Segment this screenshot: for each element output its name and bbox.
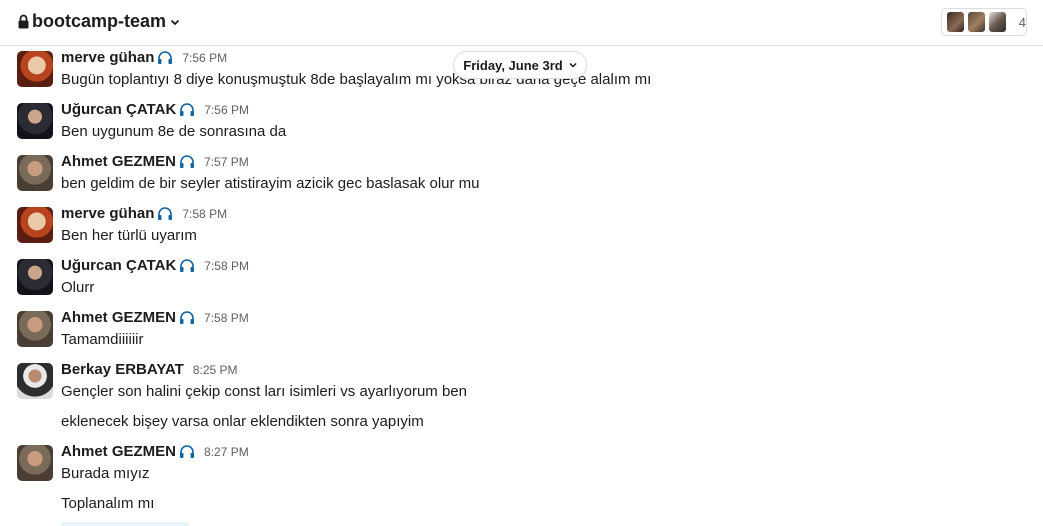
- message: Uğurcan ÇATAK 7:58 PM Olurr: [17, 257, 1017, 301]
- timestamp[interactable]: 7:58 PM: [204, 259, 249, 273]
- avatar[interactable]: [17, 207, 53, 243]
- message-text: Ben uygunum 8e de sonrasına da: [61, 123, 287, 140]
- author-name[interactable]: Ahmet GEZMEN: [61, 443, 176, 460]
- message: Uğurcan ÇATAK 7:56 PM Ben uygunum 8e de …: [17, 101, 1017, 145]
- headphones-icon: [180, 155, 195, 168]
- author-name[interactable]: Uğurcan ÇATAK: [61, 257, 176, 274]
- message: Ahmet GEZMEN 8:27 PM Burada mıyız Toplan…: [17, 443, 1017, 517]
- headphones-icon: [180, 103, 195, 116]
- message-text: Gençler son halini çekip const ları isim…: [61, 383, 467, 400]
- member-avatar-1: [946, 11, 965, 33]
- avatar[interactable]: [17, 311, 53, 347]
- message: Ahmet GEZMEN 7:58 PM Tamamdiiiiiir: [17, 309, 1017, 353]
- message-text: ben geldim de bir seyler atistirayim azi…: [61, 175, 480, 192]
- timestamp[interactable]: 7:57 PM: [204, 155, 249, 169]
- timestamp[interactable]: 8:27 PM: [204, 445, 249, 459]
- timestamp[interactable]: 7:58 PM: [182, 207, 227, 221]
- date-divider-button[interactable]: Friday, June 3rd: [453, 51, 587, 79]
- message-text: Toplanalım mı: [61, 495, 155, 512]
- avatar[interactable]: [17, 103, 53, 139]
- timestamp[interactable]: 8:25 PM: [193, 363, 238, 377]
- avatar[interactable]: [17, 445, 53, 481]
- member-count: 4: [1018, 14, 1026, 30]
- avatar[interactable]: [17, 259, 53, 295]
- author-name[interactable]: Berkay ERBAYAT: [61, 361, 184, 378]
- author-name[interactable]: merve gühan: [61, 49, 154, 66]
- message: Berkay ERBAYAT 8:25 PM Gençler son halin…: [17, 361, 1017, 435]
- member-avatar-3: [987, 11, 1007, 33]
- chevron-down-icon: [170, 19, 180, 25]
- channel-name: bootcamp-team: [32, 11, 167, 31]
- date-divider-label: Friday, June 3rd: [463, 57, 563, 73]
- timestamp[interactable]: 7:58 PM: [204, 311, 249, 325]
- message-text: Tamamdiiiiiir: [61, 331, 144, 348]
- message: Ahmet GEZMEN 7:57 PM ben geldim de bir s…: [17, 153, 1017, 197]
- channel-header: bootcamp-team 4: [0, 0, 1043, 46]
- lock-icon: [18, 14, 29, 29]
- message-text: eklenecek bişey varsa onlar eklendikten …: [61, 413, 424, 430]
- new-messages-indicator: [61, 522, 189, 526]
- message-text: Olurr: [61, 279, 95, 296]
- headphones-icon: [180, 311, 195, 324]
- headphones-icon: [158, 207, 173, 220]
- avatar[interactable]: [17, 51, 53, 87]
- chevron-down-icon: [569, 62, 577, 68]
- timestamp[interactable]: 7:56 PM: [182, 51, 227, 65]
- author-name[interactable]: merve gühan: [61, 205, 154, 222]
- headphones-icon: [180, 445, 195, 458]
- avatar[interactable]: [17, 363, 53, 399]
- message-feed[interactable]: merve gühan 7:56 PM Bugün toplantıyı 8 d…: [0, 47, 1043, 526]
- message-text: Burada mıyız: [61, 465, 150, 482]
- headphones-icon: [180, 259, 195, 272]
- member-avatar-2: [966, 11, 986, 33]
- avatar[interactable]: [17, 155, 53, 191]
- members-button[interactable]: 4: [941, 8, 1027, 36]
- author-name[interactable]: Uğurcan ÇATAK: [61, 101, 176, 118]
- author-name[interactable]: Ahmet GEZMEN: [61, 153, 176, 170]
- channel-name-button[interactable]: bootcamp-team: [18, 11, 180, 32]
- author-name[interactable]: Ahmet GEZMEN: [61, 309, 176, 326]
- message: merve gühan 7:58 PM Ben her türlü uyarım: [17, 205, 1017, 249]
- message-text: Ben her türlü uyarım: [61, 227, 197, 244]
- headphones-icon: [158, 51, 173, 64]
- timestamp[interactable]: 7:56 PM: [204, 103, 249, 117]
